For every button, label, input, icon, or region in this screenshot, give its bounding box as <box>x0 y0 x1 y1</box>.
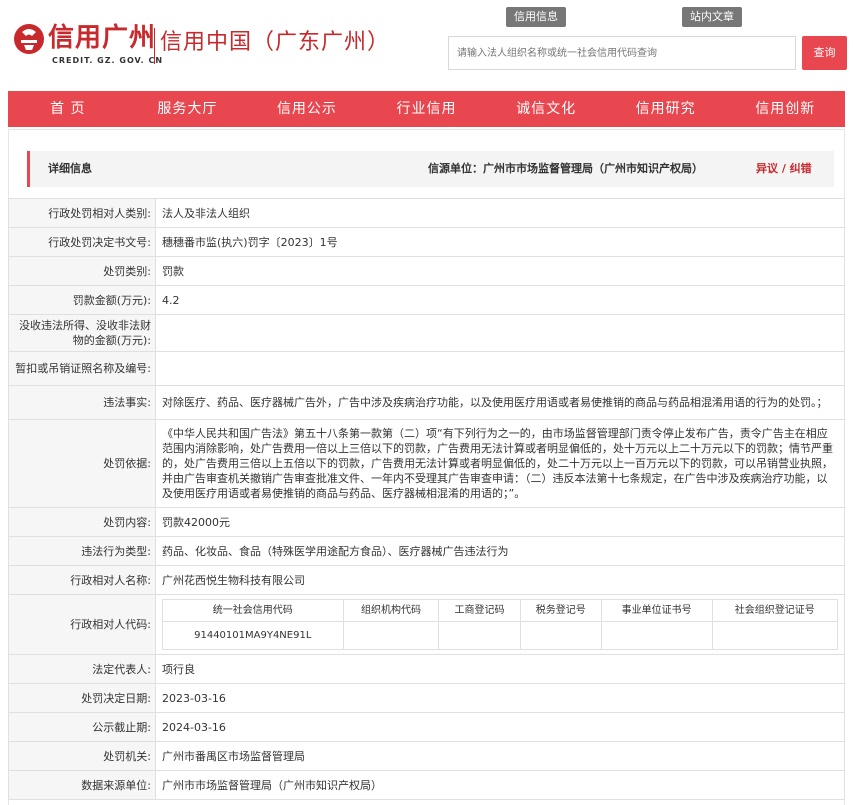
table-row: 行政相对人名称: 广州花西悦生物科技有限公司 <box>8 565 845 595</box>
table-row: 公示截止期: 2024-03-16 <box>8 712 845 742</box>
source-unit: 信源单位：广州市市场监督管理局（广州市知识产权局） <box>428 162 703 175</box>
table-row: 处罚决定日期: 2023-03-16 <box>8 683 845 713</box>
detail-header-bar: 详细信息 信源单位：广州市市场监督管理局（广州市知识产权局） 异议 / 纠错 <box>27 151 834 187</box>
table-row: 违法行为类型: 药品、化妆品、食品（特殊医学用途配方食品）、医疗器械广告违法行为 <box>8 536 845 566</box>
row-value <box>155 314 845 352</box>
row-value: 广州市市场监督管理局（广州市知识产权局） <box>155 770 845 800</box>
objection-link[interactable]: 异议 / 纠错 <box>756 151 812 187</box>
logo-divider <box>154 28 155 64</box>
nav-item-credit-publicity[interactable]: 信用公示 <box>247 91 367 127</box>
code-value <box>600 621 713 650</box>
row-value: 罚款42000元 <box>155 507 845 537</box>
penalty-info-table: 行政处罚相对人类别: 法人及非法人组织 行政处罚决定书文号: 穗穗番市监(执六)… <box>8 198 845 800</box>
table-row: 处罚依据: 《中华人民共和国广告法》第五十八条第一款第（二）项“有下列行为之一的… <box>8 419 845 508</box>
code-table: 统一社会信用代码 组织机构代码 工商登记码 税务登记号 事业单位证书号 社会组织… <box>162 599 838 650</box>
row-value: 广州市番禺区市场监督管理局 <box>155 741 845 771</box>
table-row: 处罚机关: 广州市番禺区市场监督管理局 <box>8 741 845 771</box>
code-header: 工商登记码 <box>438 599 521 622</box>
code-value-row: 91440101MA9Y4NE91L <box>162 621 838 650</box>
row-label: 行政处罚决定书文号: <box>8 227 156 257</box>
code-value <box>519 621 602 650</box>
nav-item-home[interactable]: 首 页 <box>8 91 128 127</box>
row-value: 4.2 <box>155 285 845 315</box>
search-tab-site-articles[interactable]: 站内文章 <box>682 7 742 27</box>
row-label: 行政相对人名称: <box>8 565 156 595</box>
logo-text[interactable]: 信用广州 <box>48 22 156 54</box>
row-label: 没收违法所得、没收非法财物的金额(万元): <box>8 314 156 352</box>
row-value: 罚款 <box>155 256 845 286</box>
row-label: 行政相对人代码: <box>8 594 156 655</box>
table-row: 违法事实: 对除医疗、药品、医疗器械广告外，广告中涉及疾病治疗功能，以及使用医疗… <box>8 385 845 420</box>
row-value: 2024-03-16 <box>155 712 845 742</box>
row-label: 公示截止期: <box>8 712 156 742</box>
code-value: 91440101MA9Y4NE91L <box>162 621 344 650</box>
row-label: 处罚内容: <box>8 507 156 537</box>
code-header: 组织机构代码 <box>342 599 440 622</box>
code-header: 事业单位证书号 <box>600 599 713 622</box>
row-label: 数据来源单位: <box>8 770 156 800</box>
code-header-row: 统一社会信用代码 组织机构代码 工商登记码 税务登记号 事业单位证书号 社会组织… <box>162 599 838 622</box>
nav-item-credit-research[interactable]: 信用研究 <box>606 91 726 127</box>
row-value: 2023-03-16 <box>155 683 845 713</box>
search-input[interactable] <box>448 36 796 70</box>
row-label: 行政处罚相对人类别: <box>8 198 156 228</box>
row-label: 违法行为类型: <box>8 536 156 566</box>
search-tab-credit-info[interactable]: 信用信息 <box>506 7 566 27</box>
table-row: 行政处罚决定书文号: 穗穗番市监(执六)罚字〔2023〕1号 <box>8 227 845 257</box>
table-row: 没收违法所得、没收非法财物的金额(万元): <box>8 314 845 352</box>
region-title: 信用中国（广东广州） <box>160 30 391 55</box>
row-label: 违法事实: <box>8 385 156 420</box>
nav-item-credit-innovation[interactable]: 信用创新 <box>725 91 845 127</box>
table-row: 暂扣或吊销证照名称及编号: <box>8 351 845 386</box>
nav-item-service-hall[interactable]: 服务大厅 <box>128 91 248 127</box>
nav-item-industry-credit[interactable]: 行业信用 <box>367 91 487 127</box>
logo-subtitle: CREDIT. GZ. GOV. CN <box>52 56 164 65</box>
row-label: 处罚机关: <box>8 741 156 771</box>
code-value <box>438 621 521 650</box>
row-value: 穗穗番市监(执六)罚字〔2023〕1号 <box>155 227 845 257</box>
row-label: 暂扣或吊销证照名称及编号: <box>8 351 156 386</box>
code-header: 税务登记号 <box>519 599 602 622</box>
code-header: 统一社会信用代码 <box>162 599 344 622</box>
row-value: 项行良 <box>155 654 845 684</box>
row-label: 法定代表人: <box>8 654 156 684</box>
credit-logo-icon <box>14 24 44 54</box>
table-row: 行政相对人代码: 统一社会信用代码 组织机构代码 工商登记码 税务登记号 事业单… <box>8 594 845 655</box>
row-value: 对除医疗、药品、医疗器械广告外，广告中涉及疾病治疗功能，以及使用医疗用语或者易使… <box>155 385 845 420</box>
table-row: 行政处罚相对人类别: 法人及非法人组织 <box>8 198 845 228</box>
table-row: 处罚内容: 罚款42000元 <box>8 507 845 537</box>
detail-title: 详细信息 <box>48 162 92 175</box>
search-button[interactable]: 查询 <box>802 36 847 70</box>
table-row: 处罚类别: 罚款 <box>8 256 845 286</box>
row-value: 统一社会信用代码 组织机构代码 工商登记码 税务登记号 事业单位证书号 社会组织… <box>155 594 845 655</box>
code-value <box>711 621 838 650</box>
row-value: 法人及非法人组织 <box>155 198 845 228</box>
code-value <box>342 621 440 650</box>
code-header: 社会组织登记证号 <box>711 599 838 622</box>
row-value: 药品、化妆品、食品（特殊医学用途配方食品）、医疗器械广告违法行为 <box>155 536 845 566</box>
row-value <box>155 351 845 386</box>
row-label: 罚款金额(万元): <box>8 285 156 315</box>
table-row: 罚款金额(万元): 4.2 <box>8 285 845 315</box>
main-nav: 首 页 服务大厅 信用公示 行业信用 诚信文化 信用研究 信用创新 <box>8 91 845 127</box>
table-row: 法定代表人: 项行良 <box>8 654 845 684</box>
row-value: 《中华人民共和国广告法》第五十八条第一款第（二）项“有下列行为之一的，由市场监督… <box>155 419 845 508</box>
row-label: 处罚决定日期: <box>8 683 156 713</box>
nav-item-integrity-culture[interactable]: 诚信文化 <box>486 91 606 127</box>
table-row: 数据来源单位: 广州市市场监督管理局（广州市知识产权局） <box>8 770 845 800</box>
row-label: 处罚类别: <box>8 256 156 286</box>
row-label: 处罚依据: <box>8 419 156 508</box>
site-header: 信用广州 CREDIT. GZ. GOV. CN 信用中国（广东广州） 信用信息… <box>0 0 853 90</box>
row-value: 广州花西悦生物科技有限公司 <box>155 565 845 595</box>
